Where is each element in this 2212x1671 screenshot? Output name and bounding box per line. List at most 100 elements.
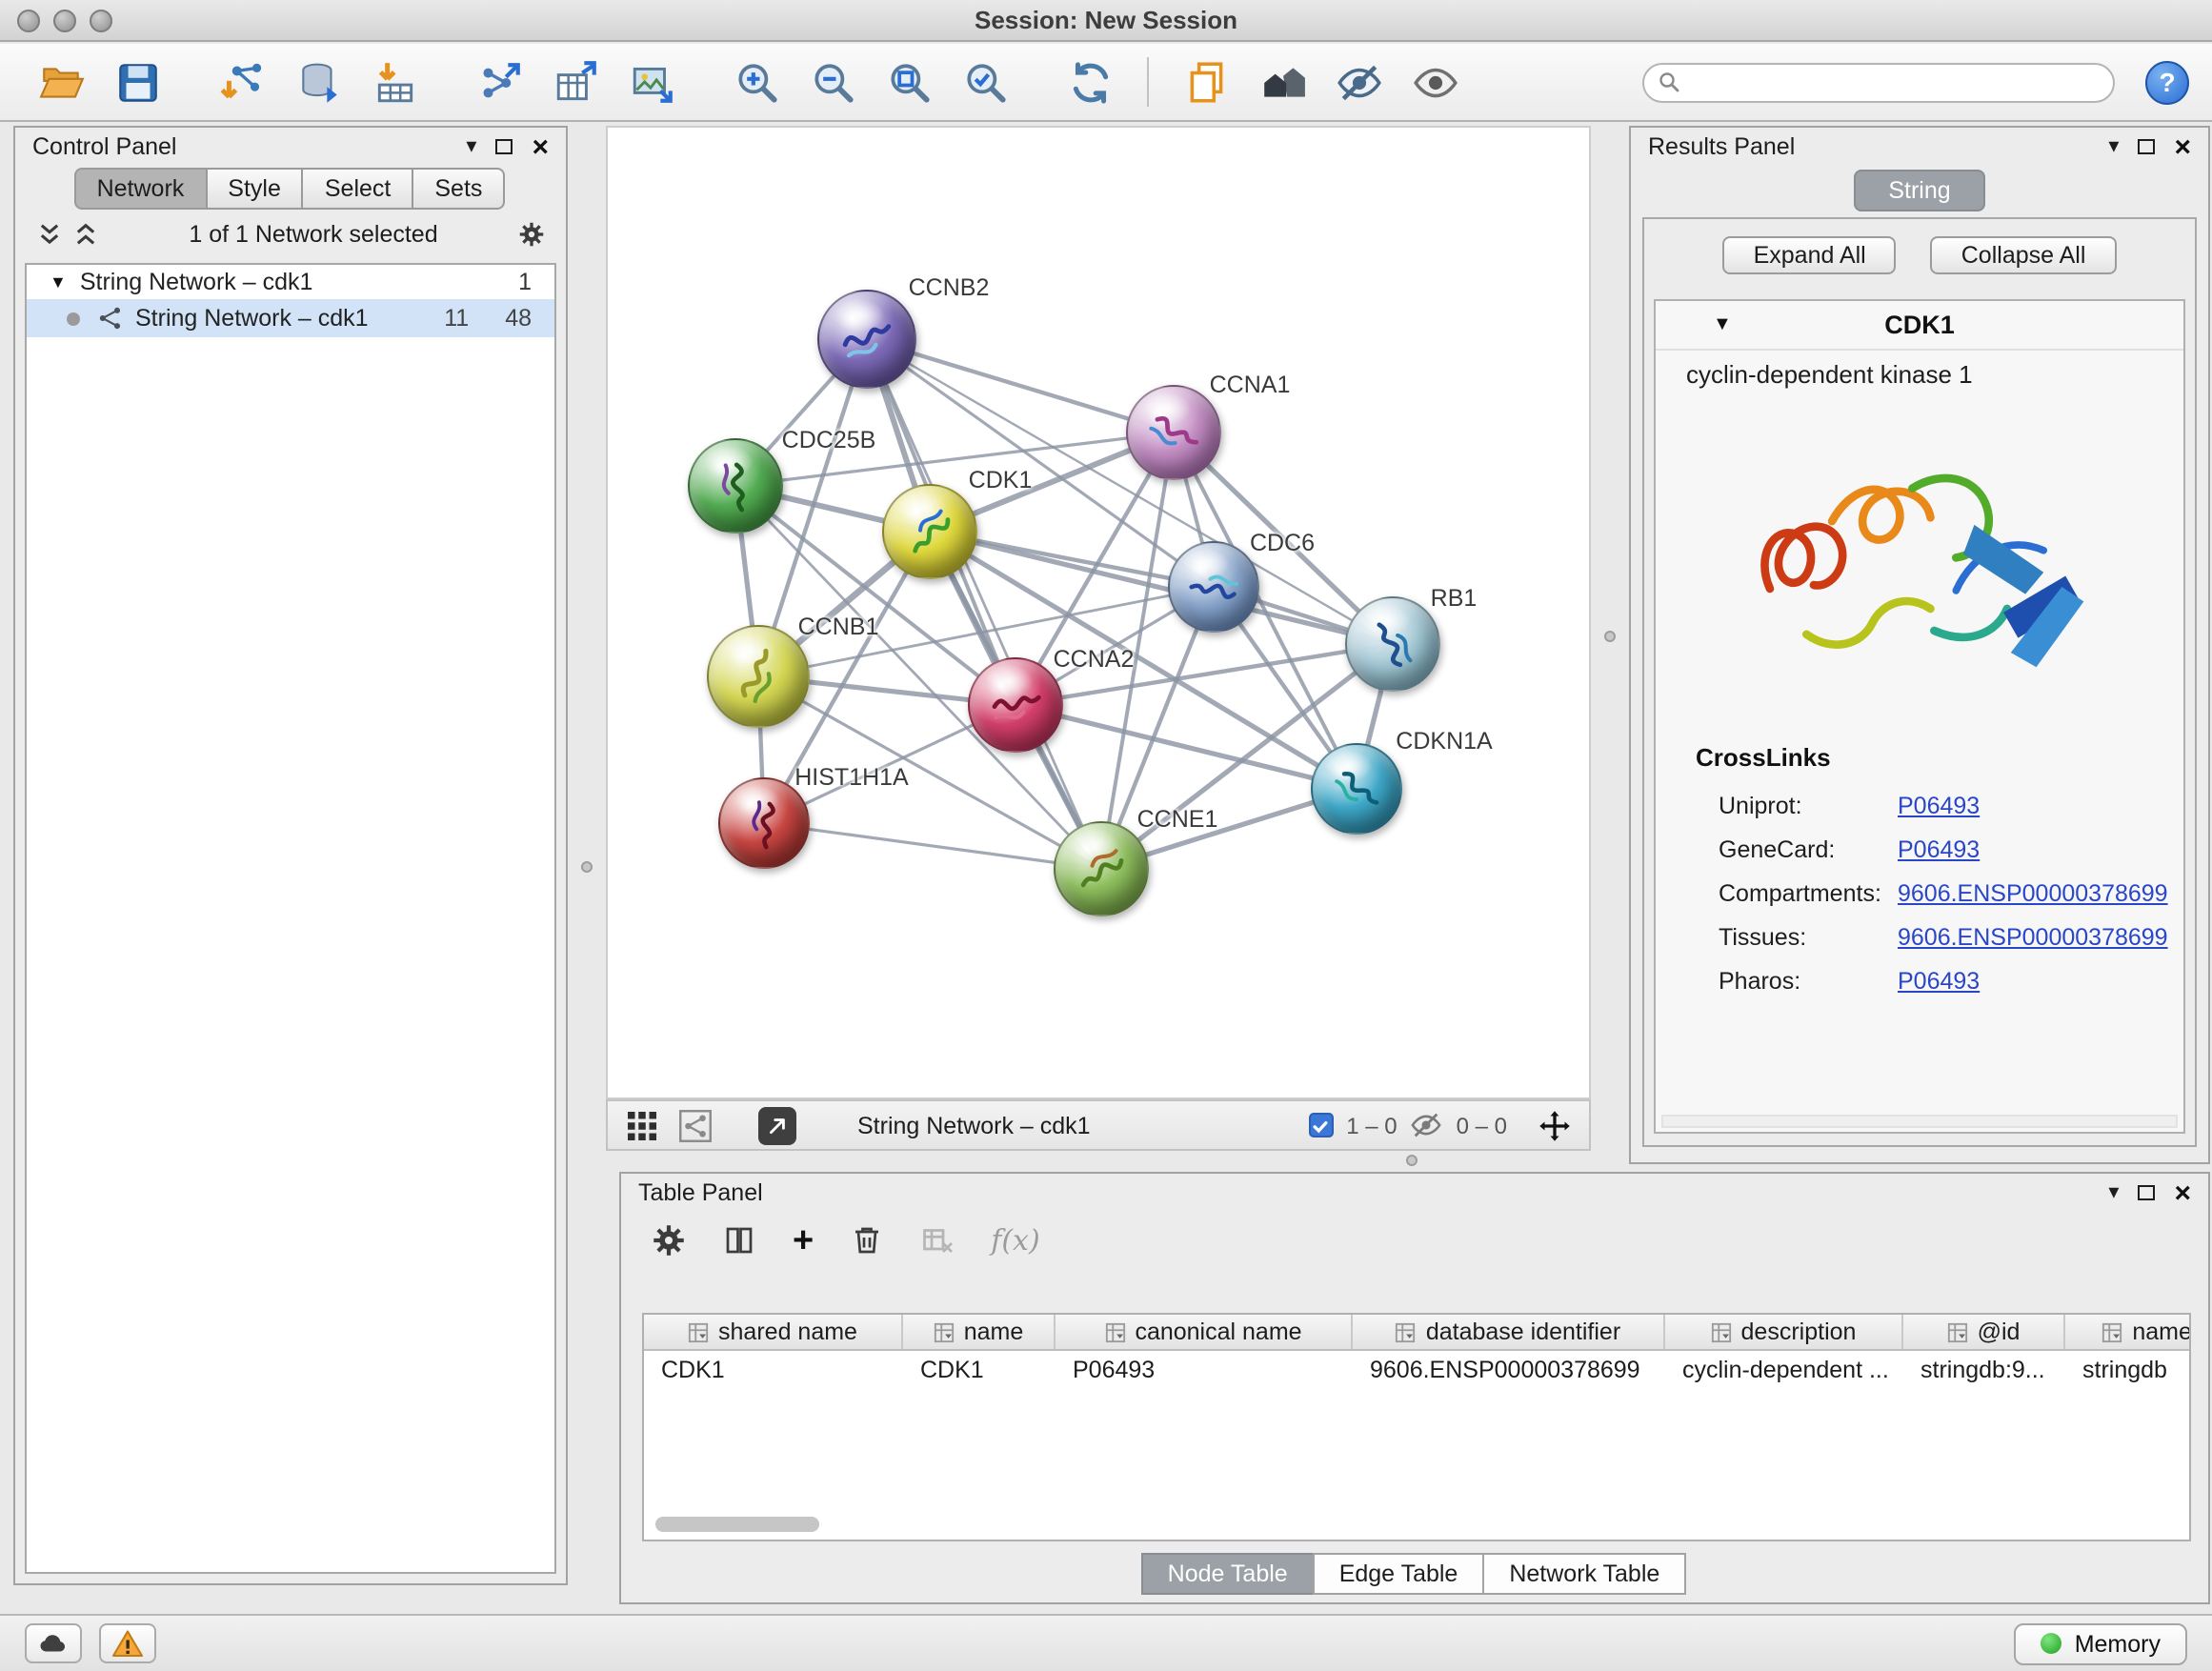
node-CCNA2[interactable] bbox=[968, 657, 1063, 753]
pan-move-icon[interactable] bbox=[1538, 1108, 1572, 1142]
table-options-gear-icon[interactable] bbox=[652, 1223, 686, 1258]
cloud-status-button[interactable] bbox=[25, 1623, 82, 1663]
network-options-gear-icon[interactable] bbox=[518, 221, 545, 248]
node-CDKN1A[interactable] bbox=[1311, 743, 1402, 835]
home-button[interactable] bbox=[1244, 50, 1320, 114]
node-CDK1[interactable] bbox=[882, 484, 977, 579]
tree-collection-row[interactable]: ▼ String Network – cdk1 1 bbox=[27, 265, 554, 299]
gene-card-disclosure-icon[interactable]: ▼ bbox=[1713, 314, 1732, 335]
float-panel-icon[interactable] bbox=[2138, 139, 2155, 154]
genecard-link[interactable]: P06493 bbox=[1898, 836, 1980, 862]
tab-network-table[interactable]: Network Table bbox=[1482, 1553, 1686, 1595]
column-header-namespace[interactable]: namespace bbox=[2065, 1315, 2191, 1349]
results-panel: Results Panel ▾ × String Expand All Coll… bbox=[1629, 126, 2210, 1164]
splitter-handle[interactable] bbox=[1406, 1155, 1418, 1166]
float-panel-icon[interactable] bbox=[495, 139, 513, 154]
compartments-link[interactable]: 9606.ENSP00000378699 bbox=[1898, 879, 2168, 906]
node-CCNA1[interactable] bbox=[1126, 385, 1221, 480]
panel-menu-icon[interactable]: ▾ bbox=[2108, 136, 2119, 157]
network-selection-row: 1 of 1 Network selected bbox=[15, 210, 566, 259]
table-row[interactable]: CDK1 CDK1 P06493 9606.ENSP00000378699 cy… bbox=[644, 1351, 2189, 1387]
node-CCNB1[interactable] bbox=[707, 625, 810, 728]
column-header-canonical-name[interactable]: canonical name bbox=[1056, 1315, 1353, 1349]
open-session-button[interactable] bbox=[23, 50, 99, 114]
import-network-database-button[interactable] bbox=[280, 50, 356, 114]
column-header-description[interactable]: description bbox=[1665, 1315, 1903, 1349]
memory-label: Memory bbox=[2075, 1630, 2161, 1657]
show-details-button[interactable] bbox=[1397, 50, 1473, 114]
tree-network-row[interactable]: String Network – cdk1 11 48 bbox=[27, 299, 554, 337]
column-header-shared-name[interactable]: shared name bbox=[644, 1315, 903, 1349]
show-columns-icon[interactable] bbox=[722, 1223, 756, 1258]
close-panel-icon[interactable]: × bbox=[532, 132, 549, 161]
delete-column-trash-icon[interactable] bbox=[850, 1223, 884, 1258]
zoom-in-icon bbox=[733, 58, 780, 106]
search-input[interactable] bbox=[1690, 67, 2100, 97]
pharos-link[interactable]: P06493 bbox=[1898, 967, 1980, 994]
help-button[interactable]: ? bbox=[2145, 60, 2189, 104]
node-CDC25B[interactable] bbox=[688, 438, 783, 534]
tab-sets[interactable]: Sets bbox=[412, 168, 505, 210]
import-network-file-button[interactable] bbox=[204, 50, 280, 114]
node-RB1[interactable] bbox=[1345, 596, 1440, 692]
tab-style[interactable]: Style bbox=[205, 168, 304, 210]
tree-disclosure-icon[interactable]: ▼ bbox=[50, 272, 67, 292]
export-table-button[interactable] bbox=[537, 50, 613, 114]
zoom-selected-button[interactable] bbox=[947, 50, 1023, 114]
copy-documents-button[interactable] bbox=[1168, 50, 1244, 114]
import-table-icon bbox=[371, 58, 418, 106]
uniprot-link[interactable]: P06493 bbox=[1898, 792, 1980, 818]
hide-details-button[interactable] bbox=[1320, 50, 1397, 114]
network-overview-icon[interactable] bbox=[678, 1108, 713, 1142]
panel-menu-icon[interactable]: ▾ bbox=[2108, 1182, 2119, 1203]
check-icon bbox=[1311, 1116, 1330, 1135]
collapse-all-button[interactable]: Collapse All bbox=[1931, 236, 2117, 274]
detach-view-button[interactable] bbox=[758, 1106, 796, 1144]
refresh-view-button[interactable] bbox=[1052, 50, 1128, 114]
float-panel-icon[interactable] bbox=[2138, 1185, 2155, 1200]
network-view-canvas[interactable]: CCNB2CCNA1CDC25BCDK1CDC6RB1CCNB1CCNA2CDK… bbox=[606, 126, 1591, 1099]
expand-all-button[interactable]: Expand All bbox=[1723, 236, 1897, 274]
node-HIST1H1A[interactable] bbox=[718, 777, 810, 869]
close-panel-icon[interactable]: × bbox=[2174, 1178, 2191, 1207]
collapse-all-icon[interactable] bbox=[36, 221, 63, 248]
node-CCNB2[interactable] bbox=[817, 290, 916, 389]
export-network-button[interactable] bbox=[461, 50, 537, 114]
network-share-icon bbox=[97, 305, 124, 332]
import-network-file-icon bbox=[218, 58, 266, 106]
gene-card-scrollbar[interactable] bbox=[1661, 1115, 2178, 1128]
edge-HIST1H1A-CCNE1[interactable] bbox=[764, 823, 1101, 869]
zoom-fit-button[interactable] bbox=[871, 50, 947, 114]
tab-select[interactable]: Select bbox=[302, 168, 414, 210]
tab-node-table[interactable]: Node Table bbox=[1141, 1553, 1315, 1595]
zoom-in-button[interactable] bbox=[718, 50, 794, 114]
column-header-database-identifier[interactable]: database identifier bbox=[1353, 1315, 1665, 1349]
zoom-out-button[interactable] bbox=[794, 50, 871, 114]
export-image-button[interactable] bbox=[613, 50, 690, 114]
splitter-handle[interactable] bbox=[1604, 631, 1616, 642]
node-CCNE1[interactable] bbox=[1054, 821, 1149, 916]
warnings-button[interactable] bbox=[99, 1623, 156, 1663]
tab-string[interactable]: String bbox=[1854, 170, 1984, 211]
tissues-link[interactable]: 9606.ENSP00000378699 bbox=[1898, 923, 2168, 950]
splitter-handle[interactable] bbox=[581, 861, 593, 873]
horizontal-scrollbar-thumb[interactable] bbox=[655, 1517, 819, 1532]
column-header-id[interactable]: @id bbox=[1903, 1315, 2065, 1349]
selected-count-checkbox[interactable] bbox=[1308, 1113, 1333, 1137]
panel-menu-icon[interactable]: ▾ bbox=[466, 136, 476, 157]
import-table-button[interactable] bbox=[356, 50, 432, 114]
memory-button[interactable]: Memory bbox=[2014, 1622, 2187, 1664]
close-panel-icon[interactable]: × bbox=[2174, 132, 2191, 161]
sort-icon bbox=[1396, 1321, 1417, 1342]
tab-network[interactable]: Network bbox=[74, 168, 208, 210]
add-column-icon[interactable]: + bbox=[793, 1222, 814, 1258]
birdseye-view-icon[interactable] bbox=[625, 1108, 659, 1142]
save-session-button[interactable] bbox=[99, 50, 175, 114]
node-label-RB1: RB1 bbox=[1431, 585, 1478, 612]
node-CDC6[interactable] bbox=[1168, 541, 1259, 633]
main-toolbar: ? bbox=[0, 44, 2212, 122]
expand-all-icon[interactable] bbox=[72, 221, 99, 248]
tab-edge-table[interactable]: Edge Table bbox=[1313, 1553, 1485, 1595]
control-panel: Control Panel ▾ × Network Style Select S… bbox=[13, 126, 568, 1585]
column-header-name[interactable]: name bbox=[903, 1315, 1056, 1349]
